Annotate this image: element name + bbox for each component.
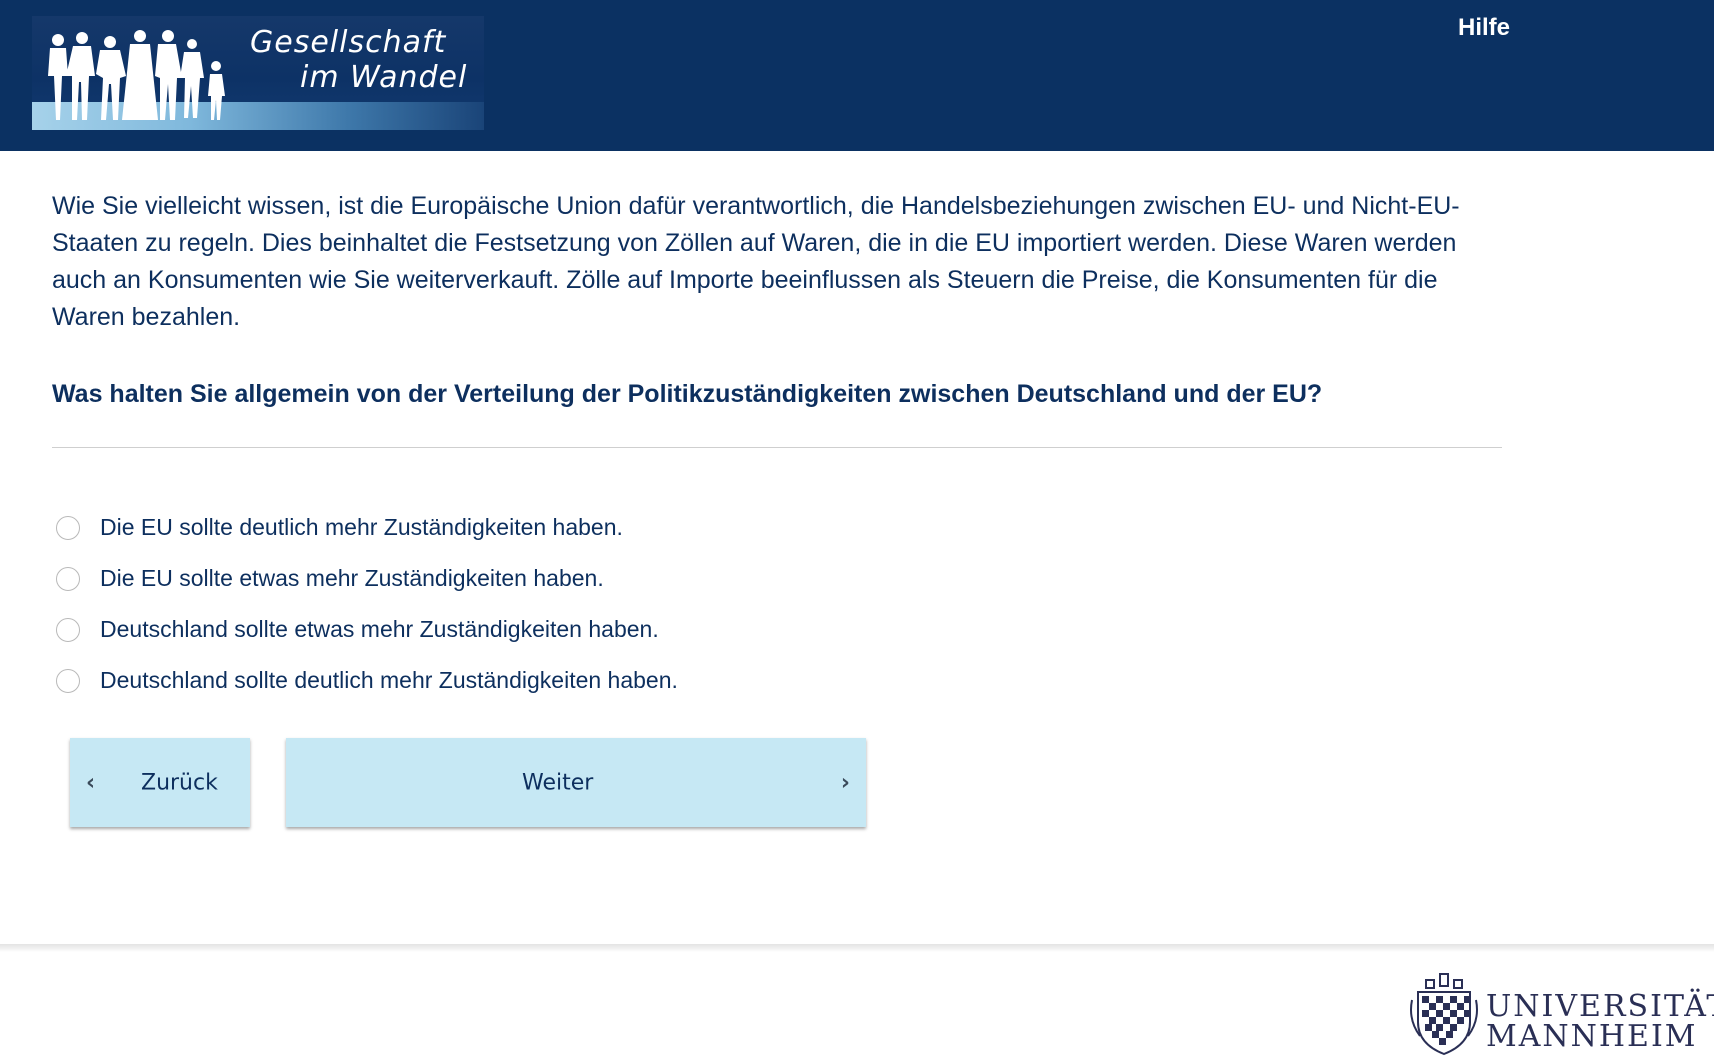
back-button-label: Zurück (141, 770, 218, 795)
radio-button[interactable] (56, 668, 80, 693)
university-name-line1: UNIVERSITÄT (1486, 989, 1714, 1024)
answer-option-label[interactable]: Die EU sollte etwas mehr Zuständigkeiten… (100, 565, 604, 592)
family-silhouettes-icon (48, 30, 225, 120)
intro-text: Wie Sie vielleicht wissen, ist die Europ… (52, 192, 1460, 331)
radio-button[interactable] (56, 566, 80, 591)
answer-option-label[interactable]: Deutschland sollte deutlich mehr Zuständ… (100, 667, 678, 694)
next-button-label: Weiter (522, 770, 594, 795)
answer-option[interactable]: Die EU sollte etwas mehr Zuständigkeiten… (56, 553, 678, 604)
radio-button[interactable] (56, 515, 80, 540)
logo-title-line1: Gesellschaft (250, 25, 447, 60)
answer-options: Die EU sollte deutlich mehr Zuständigkei… (56, 502, 678, 706)
divider (52, 447, 1502, 448)
chevron-right-icon: › (840, 770, 850, 795)
question-text: Was halten Sie allgemein von der Verteil… (52, 380, 1323, 408)
answer-option-label[interactable]: Deutschland sollte etwas mehr Zuständigk… (100, 616, 659, 643)
footer-divider (0, 944, 1714, 952)
radio-button[interactable] (56, 617, 80, 642)
site-header: Gesellschaft im Wandel Hilfe (0, 0, 1714, 151)
answer-option[interactable]: Die EU sollte deutlich mehr Zuständigkei… (56, 502, 678, 553)
university-name-line2: MANNHEIM (1486, 1019, 1698, 1054)
university-logo: UNIVERSITÄT MANNHEIM (1406, 970, 1714, 1058)
survey-logo: Gesellschaft im Wandel (32, 16, 484, 130)
help-link[interactable]: Hilfe (1458, 14, 1510, 42)
next-button[interactable]: Weiter › (286, 738, 866, 827)
intro-section: Wie Sie vielleicht wissen, ist die Europ… (52, 188, 1502, 336)
logo-title-line2: im Wandel (300, 60, 468, 95)
answer-option[interactable]: Deutschland sollte etwas mehr Zuständigk… (56, 604, 678, 655)
answer-option[interactable]: Deutschland sollte deutlich mehr Zuständ… (56, 655, 678, 706)
university-crest-icon (1410, 973, 1478, 1056)
answer-option-label[interactable]: Die EU sollte deutlich mehr Zuständigkei… (100, 514, 623, 541)
chevron-left-icon: ‹ (86, 770, 96, 795)
back-button[interactable]: ‹ Zurück (70, 738, 250, 827)
